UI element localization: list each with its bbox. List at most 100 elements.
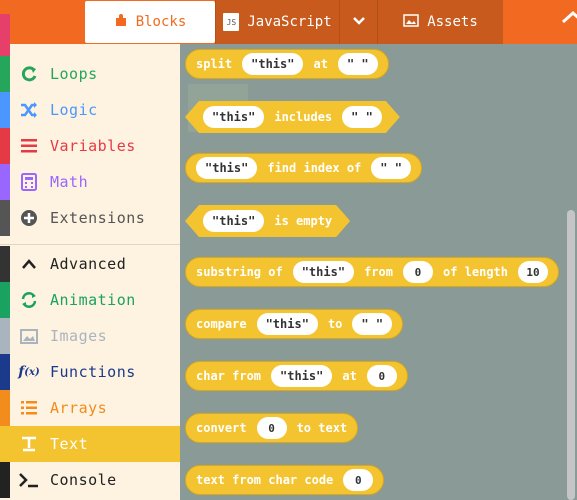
block-char-from[interactable]: char from "this" at 0 <box>185 361 408 391</box>
number-input[interactable]: 0 <box>343 469 374 491</box>
sidebar-item-advanced[interactable]: Advanced <box>0 246 180 282</box>
category-stripe <box>0 462 10 498</box>
sidebar-item-label: Variables <box>50 137 136 155</box>
block-is-empty[interactable]: "this" is empty <box>185 205 350 237</box>
block-label: text from char code <box>196 473 334 487</box>
sidebar-item-label: Advanced <box>50 255 127 273</box>
sidebar-item-extensions[interactable]: Extensions <box>0 200 180 236</box>
string-input[interactable]: " " <box>342 106 382 128</box>
block-substring[interactable]: substring of "this" from 0 of length 10 <box>185 257 559 287</box>
terminal-icon <box>18 469 40 491</box>
sidebar-item-console[interactable]: Console <box>0 462 180 498</box>
refresh-icon <box>18 289 40 311</box>
sidebar-item-label: Images <box>50 327 108 345</box>
home-button[interactable] <box>557 0 577 44</box>
sidebar-item-logic[interactable]: Logic <box>0 92 180 128</box>
image-icon <box>18 325 40 347</box>
string-input[interactable]: "this" <box>242 53 304 75</box>
sidebar-item-label: Text <box>50 435 89 453</box>
block-label: of length <box>442 265 508 279</box>
category-stripe <box>0 246 10 282</box>
js-file-icon: JS <box>223 13 240 31</box>
string-input[interactable]: " " <box>371 157 411 179</box>
category-stripe <box>0 164 10 200</box>
sidebar-item-animation[interactable]: Animation <box>0 282 180 318</box>
string-input[interactable]: "this" <box>196 157 258 179</box>
sidebar-item-arrays[interactable]: Arrays <box>0 390 180 426</box>
sidebar-item-math[interactable]: Math <box>0 164 180 200</box>
tab-assets[interactable]: Assets <box>377 0 503 44</box>
block-label: from <box>364 265 393 279</box>
chevron-up-icon <box>18 253 40 275</box>
category-stripe <box>0 92 10 128</box>
sidebar-item-text[interactable]: Text <box>0 426 180 462</box>
block-split[interactable]: split "this" at " " <box>185 49 389 79</box>
string-input[interactable]: "this" <box>203 210 264 232</box>
tab-assets-label: Assets <box>427 14 478 30</box>
sidebar-divider <box>0 244 180 245</box>
string-input[interactable]: "this" <box>271 365 333 387</box>
sidebar-item-label: Console <box>50 471 117 489</box>
number-input[interactable]: 0 <box>402 261 433 283</box>
string-input[interactable]: " " <box>337 53 378 75</box>
block-label: to <box>327 317 343 331</box>
string-input[interactable]: "this" <box>203 106 264 128</box>
block-label: split <box>196 57 233 71</box>
toolbox-sidebar: Loops Logic Variables Math Extensions Ad… <box>0 14 180 500</box>
block-label: find index of <box>267 161 362 175</box>
sidebar-item-loops[interactable]: Loops <box>0 56 180 92</box>
sidebar-item-label: Arrays <box>50 399 108 417</box>
sidebar-item-label: Extensions <box>50 209 146 227</box>
list-icon <box>18 135 40 157</box>
sidebar-item-label: Logic <box>50 101 98 119</box>
block-compare[interactable]: compare "this" to " " <box>185 309 404 339</box>
block-label: at <box>313 57 328 71</box>
calculator-icon <box>18 171 40 193</box>
tab-javascript[interactable]: JS JavaScript <box>215 0 339 44</box>
block-convert[interactable]: convert 0 to text <box>185 413 359 443</box>
block-label: at <box>342 369 357 383</box>
category-stripe <box>0 56 10 92</box>
category-stripe <box>0 282 10 318</box>
block-text-from-char-code[interactable]: text from char code 0 <box>185 465 385 495</box>
sidebar-item-images[interactable]: Images <box>0 318 180 354</box>
block-includes[interactable]: "this" includes " " <box>185 101 400 133</box>
tab-javascript-label: JavaScript <box>247 14 332 30</box>
language-dropdown-button[interactable] <box>339 0 377 44</box>
loop-icon <box>18 63 40 85</box>
image-icon <box>403 13 419 31</box>
category-stripe <box>0 200 10 236</box>
block-label: to text <box>296 421 348 435</box>
string-input[interactable]: " " <box>352 313 393 335</box>
sidebar-item-variables[interactable]: Variables <box>0 128 180 164</box>
number-input[interactable]: 0 <box>366 365 397 387</box>
function-icon: f (x) <box>18 364 40 380</box>
number-input[interactable]: 0 <box>256 417 287 439</box>
string-input[interactable]: "this" <box>256 313 318 335</box>
category-stripe <box>0 36 10 56</box>
block-label: compare <box>196 317 247 331</box>
block-label: char from <box>196 369 262 383</box>
block-find-index[interactable]: "this" find index of " " <box>185 153 422 183</box>
sidebar-item-label: Loops <box>50 65 98 83</box>
category-stripe <box>0 390 10 426</box>
sidebar-item-label: Functions <box>50 363 136 381</box>
block-label: convert <box>196 421 247 435</box>
category-stripe <box>0 426 10 462</box>
number-input[interactable]: 10 <box>518 261 548 283</box>
block-label: includes <box>274 110 333 124</box>
category-stripe <box>0 354 10 390</box>
text-icon <box>18 433 40 455</box>
plus-circle-icon <box>18 207 40 229</box>
string-input[interactable]: "this" <box>292 261 355 283</box>
category-stripe <box>0 128 10 164</box>
category-stripe <box>0 318 10 354</box>
sidebar-item-partial-2[interactable] <box>0 36 180 56</box>
workspace-scrollbar[interactable] <box>567 210 575 500</box>
shuffle-icon <box>18 99 40 121</box>
array-icon <box>18 397 40 419</box>
sidebar-item-label: Animation <box>50 291 136 309</box>
sidebar-item-functions[interactable]: f (x) Functions <box>0 354 180 390</box>
block-label: is empty <box>274 214 333 228</box>
block-label: substring of <box>196 265 283 279</box>
